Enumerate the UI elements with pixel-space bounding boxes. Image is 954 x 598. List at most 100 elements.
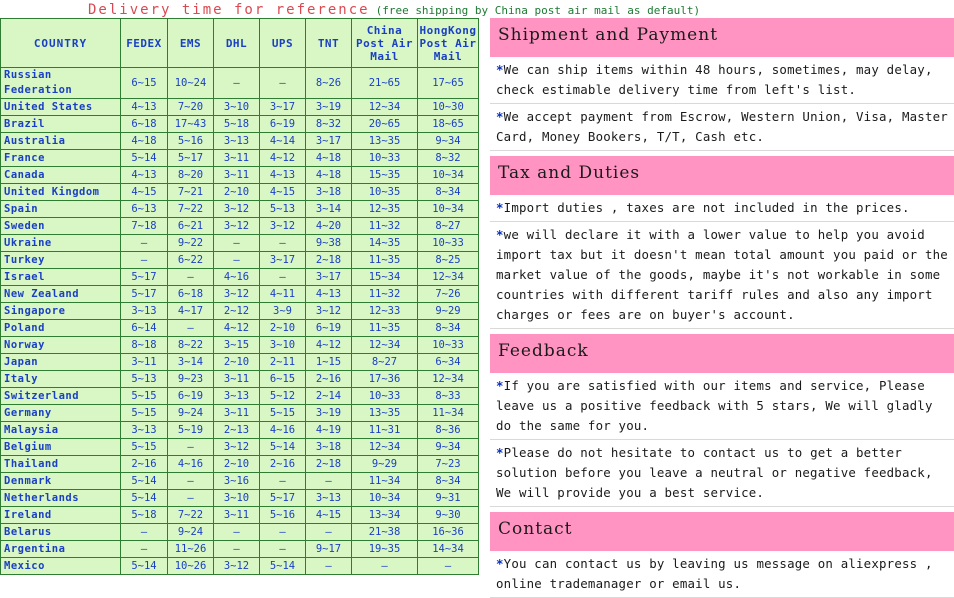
cell-china-post: 9~29 (351, 455, 418, 473)
cell-fedex: 5~13 (120, 370, 168, 388)
cell-tnt: 4~15 (305, 506, 352, 524)
table-row: Sweden 7~18 6~21 3~12 3~12 4~20 11~32 8~27 (0, 217, 479, 235)
cell-hongkong-post: 9~31 (417, 489, 479, 507)
cell-country: New Zealand (0, 285, 121, 303)
cell-dhl: 3~11 (213, 404, 260, 422)
cell-fedex: 7~18 (120, 217, 168, 235)
table-row: France 5~14 5~17 3~11 4~12 4~18 10~33 8~32 (0, 149, 479, 167)
cell-hongkong-post: 16~36 (417, 523, 479, 541)
bullet-star-icon: * (496, 109, 504, 124)
table-row: Denmark 5~14—3~16— —11~34 8~34 (0, 472, 479, 490)
table-row: Canada 4~13 8~20 3~11 4~13 4~18 15~35 10~34 (0, 166, 479, 184)
cell-ems: 10~24 (167, 67, 214, 99)
cell-ups: 4~15 (259, 183, 306, 201)
cell-country: Russian Federation (0, 67, 121, 99)
cell-country: Turkey (0, 251, 121, 269)
cell-ems: — (167, 489, 214, 507)
section-heading: Tax and Duties (490, 156, 954, 195)
cell-ems: 9~24 (167, 404, 214, 422)
cell-tnt: 3~13 (305, 489, 352, 507)
section-paragraph: *If you are satisfied with our items and… (490, 373, 954, 440)
cell-country: Ireland (0, 506, 121, 524)
cell-ups: 3~17 (259, 251, 306, 269)
cell-hongkong-post: 7~23 (417, 455, 479, 473)
cell-ems: — (167, 268, 214, 286)
cell-country: Denmark (0, 472, 121, 490)
cell-ups: 5~17 (259, 489, 306, 507)
cell-hongkong-post: 8~36 (417, 421, 479, 439)
table-row: Belarus —9~24— — —21~38 16~36 (0, 523, 479, 541)
cell-country: Italy (0, 370, 121, 388)
cell-china-post: 11~31 (351, 421, 418, 439)
cell-hongkong-post: 9~30 (417, 506, 479, 524)
cell-country: Mexico (0, 557, 121, 575)
cell-ups: — (259, 268, 306, 286)
cell-fedex: 5~15 (120, 438, 168, 456)
table-row: Switzerland 5~15 6~19 3~13 5~12 2~14 10~33 8~33 (0, 387, 479, 405)
cell-ems: 4~16 (167, 455, 214, 473)
table-body: Russian Federation 6~15 10~24— —8~26 21~65 17… (0, 67, 479, 575)
cell-ems: 7~20 (167, 98, 214, 116)
section-heading: Feedback (490, 334, 954, 373)
cell-country: Spain (0, 200, 121, 218)
table-row: New Zealand 5~17 6~18 3~12 4~11 4~13 11~32 7~26 (0, 285, 479, 303)
cell-china-post: 12~33 (351, 302, 418, 320)
cell-fedex: 5~14 (120, 472, 168, 490)
cell-ems: 5~16 (167, 132, 214, 150)
cell-fedex: 5~17 (120, 268, 168, 286)
cell-fedex: 5~18 (120, 506, 168, 524)
cell-tnt: 2~14 (305, 387, 352, 405)
cell-fedex: 4~13 (120, 98, 168, 116)
cell-fedex: 6~14 (120, 319, 168, 337)
cell-china-post: 11~32 (351, 217, 418, 235)
cell-hongkong-post: 8~32 (417, 149, 479, 167)
cell-tnt: 2~16 (305, 370, 352, 388)
cell-ems: 11~26 (167, 540, 214, 558)
cell-hongkong-post: 12~34 (417, 268, 479, 286)
cell-ups: 3~10 (259, 336, 306, 354)
column-header-country: COUNTRY (0, 18, 121, 68)
table-row: Russian Federation 6~15 10~24— —8~26 21~65 17… (0, 67, 479, 99)
column-header-hongkong-post: HongKong Post Air Mail (417, 18, 479, 68)
cell-fedex: 4~13 (120, 166, 168, 184)
cell-ups: 2~11 (259, 353, 306, 371)
cell-china-post: 10~33 (351, 149, 418, 167)
table-header: COUNTRY FEDEX EMS DHL UPS TNT China Post… (0, 18, 479, 68)
table-row: Turkey —6~22—3~17 2~18 11~35 8~25 (0, 251, 479, 269)
cell-fedex: — (120, 540, 168, 558)
cell-fedex: 6~13 (120, 200, 168, 218)
cell-hongkong-post: 17~65 (417, 67, 479, 99)
column-header-fedex: FEDEX (120, 18, 168, 68)
cell-ems: 10~26 (167, 557, 214, 575)
cell-dhl: — (213, 540, 260, 558)
bullet-star-icon: * (496, 378, 504, 393)
column-header-ups: UPS (259, 18, 306, 68)
cell-ems: 8~20 (167, 166, 214, 184)
bullet-star-icon: * (496, 227, 504, 242)
cell-fedex: 5~14 (120, 557, 168, 575)
bullet-star-icon: * (496, 200, 504, 215)
cell-fedex: 2~16 (120, 455, 168, 473)
cell-ups: — (259, 540, 306, 558)
cell-dhl: — (213, 251, 260, 269)
cell-hongkong-post: 14~34 (417, 540, 479, 558)
cell-tnt: 3~14 (305, 200, 352, 218)
bullet-star-icon: * (496, 62, 504, 77)
cell-dhl: 2~12 (213, 302, 260, 320)
cell-ems: 8~22 (167, 336, 214, 354)
table-header-row: COUNTRY FEDEX EMS DHL UPS TNT China Post… (0, 18, 479, 68)
cell-ems: 5~19 (167, 421, 214, 439)
section-heading: Contact (490, 512, 954, 551)
table-row: Argentina —11~26— —9~17 19~35 14~34 (0, 540, 479, 558)
cell-tnt: 3~19 (305, 404, 352, 422)
cell-ups: 4~12 (259, 149, 306, 167)
cell-country: Belarus (0, 523, 121, 541)
cell-ems: — (167, 472, 214, 490)
table-row: Singapore 3~13 4~17 2~12 3~9 3~12 12~33 9~29 (0, 302, 479, 320)
cell-ems: 9~23 (167, 370, 214, 388)
column-header-tnt: TNT (305, 18, 352, 68)
table-row: United Kingdom 4~15 7~21 2~10 4~15 3~18 10~35 8… (0, 183, 479, 201)
cell-tnt: 4~13 (305, 285, 352, 303)
cell-fedex: 6~18 (120, 115, 168, 133)
table-row: Australia 4~18 5~16 3~13 4~14 3~17 13~35 9~34 (0, 132, 479, 150)
